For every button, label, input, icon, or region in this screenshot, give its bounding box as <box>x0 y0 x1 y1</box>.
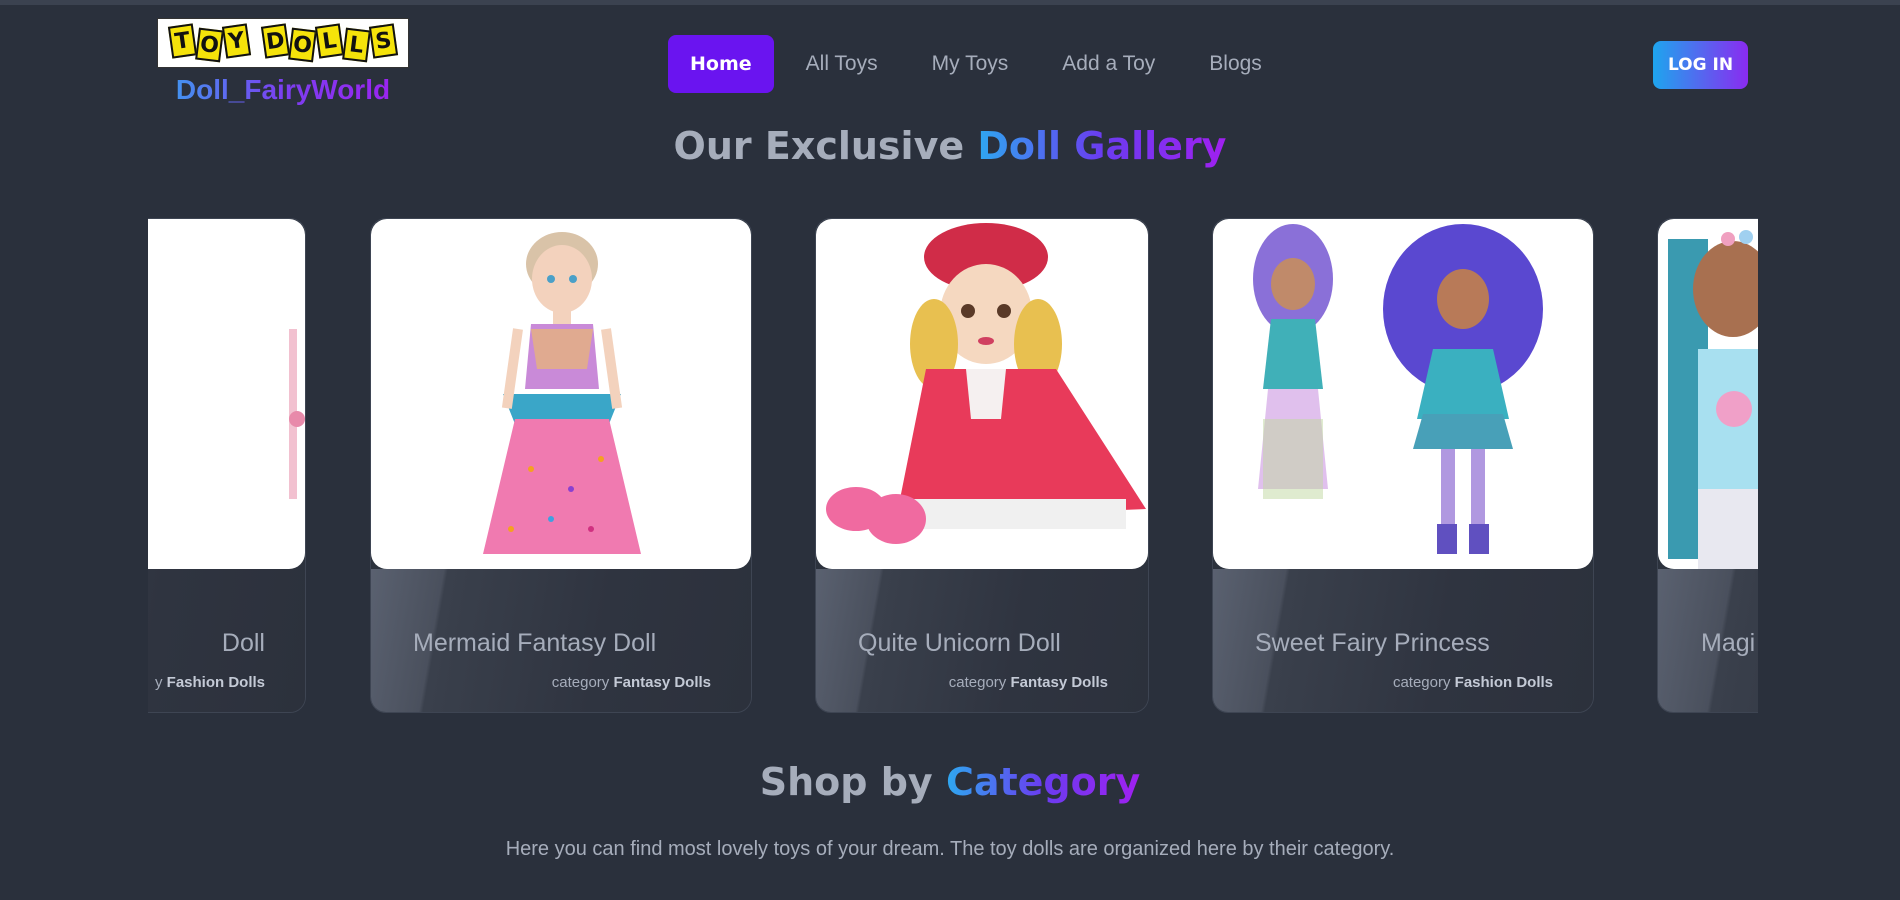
category-heading-plain: Shop by <box>759 760 933 804</box>
nav-add-a-toy[interactable]: Add a Toy <box>1040 35 1177 93</box>
login-button[interactable]: LOG IN <box>1653 41 1748 89</box>
main-nav: Home All Toys My Toys Add a Toy Blogs <box>668 35 1294 93</box>
toy-dolls-logo-image: T O Y D O L L S <box>157 18 409 68</box>
doll-image <box>1213 219 1593 569</box>
mermaid-doll-illustration <box>483 232 641 554</box>
card-body: Sweet Fairy Princess category Fashion Do… <box>1213 569 1593 712</box>
category-description: Here you can find most lovely toys of yo… <box>505 838 1395 860</box>
doll-image <box>816 219 1148 569</box>
card-title: Quite Unicorn Doll <box>858 629 1061 657</box>
card-category: y Fashion Dolls <box>154 674 265 691</box>
fashion-doll-illustration <box>289 329 305 499</box>
card-category: category Fantasy Dolls <box>551 674 711 691</box>
fairy-princess-dolls-illustration <box>1253 224 1543 554</box>
logo-letter: L <box>314 23 345 59</box>
logo-letter: O <box>288 27 317 63</box>
logo-letter: D <box>260 23 291 59</box>
logo-letter: T <box>167 23 198 59</box>
logo-letter: O <box>195 27 224 63</box>
card-title: Doll <box>221 629 265 657</box>
doll-card[interactable]: Doll y Fashion Dolls <box>148 218 306 713</box>
card-body: Doll y Fashion Dolls <box>148 569 305 712</box>
card-body: Mermaid Fantasy Doll category Fantasy Do… <box>371 569 751 712</box>
category-heading-accent: Category <box>945 760 1141 804</box>
logo-letter: S <box>368 23 399 59</box>
doll-card[interactable]: Magi <box>1657 218 1758 713</box>
card-body: Quite Unicorn Doll category Fantasy Doll… <box>816 569 1148 712</box>
brand-name: Doll_FairyWorld <box>157 74 409 106</box>
card-category: category Fashion Dolls <box>1392 674 1553 691</box>
card-body: Magi <box>1658 569 1758 712</box>
doll-image <box>148 219 305 569</box>
logo-letter: Y <box>221 23 252 59</box>
nav-all-toys[interactable]: All Toys <box>784 35 900 93</box>
doll-image <box>1658 219 1758 569</box>
nav-my-toys[interactable]: My Toys <box>910 35 1031 93</box>
doll-card[interactable]: Sweet Fairy Princess category Fashion Do… <box>1212 218 1594 713</box>
doll-image <box>371 219 751 569</box>
card-title: Mermaid Fantasy Doll <box>413 629 657 657</box>
category-heading: Shop by Category <box>0 760 1900 804</box>
brand-logo[interactable]: T O Y D O L L S Doll_FairyWorld <box>157 18 409 106</box>
magic-doll-illustration <box>1668 230 1758 569</box>
top-border <box>0 0 1900 5</box>
nav-home[interactable]: Home <box>668 35 774 93</box>
unicorn-doll-illustration <box>826 223 1146 544</box>
gallery-heading-plain: Our Exclusive <box>673 124 965 168</box>
logo-word-dolls: D O L L S <box>260 23 399 63</box>
logo-letter: L <box>342 27 371 63</box>
card-category: category Fantasy Dolls <box>948 674 1108 691</box>
gallery-heading-accent: Doll Gallery <box>977 124 1227 168</box>
doll-gallery-carousel[interactable]: Doll y Fashion Dolls Mermaid Fantasy Dol… <box>148 218 1758 715</box>
doll-card[interactable]: Mermaid Fantasy Doll category Fantasy Do… <box>370 218 752 713</box>
logo-word-toy: T O Y <box>167 23 252 63</box>
card-title: Sweet Fairy Princess <box>1255 629 1490 657</box>
gallery-heading: Our Exclusive Doll Gallery <box>0 124 1900 168</box>
card-title: Magi <box>1701 629 1756 657</box>
doll-card[interactable]: Quite Unicorn Doll category Fantasy Doll… <box>815 218 1149 713</box>
nav-blogs[interactable]: Blogs <box>1187 35 1284 93</box>
